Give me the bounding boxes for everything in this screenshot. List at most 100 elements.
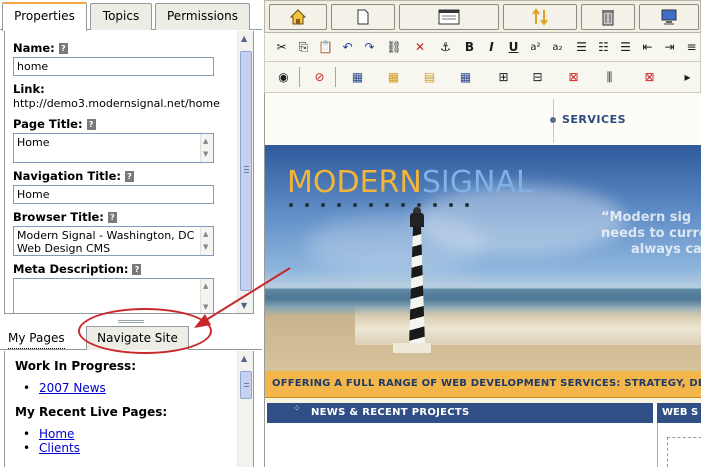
news-section-header: ⁘ NEWS & RECENT PROJECTS (267, 403, 653, 423)
scroll-up-icon[interactable]: ▲ (241, 354, 247, 363)
site-header: SERVICES (265, 93, 701, 145)
move-page-button[interactable] (503, 4, 577, 30)
meta-description-label: Meta Description: (13, 262, 129, 276)
page-link[interactable]: 2007 News (39, 381, 106, 395)
help-icon[interactable]: ? (124, 170, 134, 182)
table-toolbar: ◉ ⊘ ▦ ▦ ▤ ▦ ⊞ ⊟ ⊠ ⫼ ⊠ ▸ (264, 62, 701, 93)
scrollbar-thumb[interactable] (240, 51, 252, 291)
help-icon[interactable]: ? (86, 118, 96, 130)
more-icon[interactable]: ▸ (679, 69, 696, 86)
page-link[interactable]: Clients (39, 441, 80, 455)
tab-properties[interactable]: Properties (2, 2, 87, 31)
scroll-down-icon[interactable]: ▼ (203, 241, 208, 254)
italic-icon[interactable]: I (483, 39, 500, 56)
name-label-row: Name: ? (13, 41, 235, 55)
delete-page-button[interactable] (581, 4, 635, 30)
no-format-icon[interactable]: ⊘ (311, 69, 328, 86)
new-page-button[interactable] (331, 4, 395, 30)
insert-column-icon[interactable]: ⫼ (601, 69, 618, 86)
list-item: Home (23, 427, 225, 441)
browser-title-field[interactable]: Modern Signal - Washington, DC Web Desig… (13, 226, 214, 256)
services-banner: OFFERING A FULL RANGE OF WEB DEVELOPMENT… (265, 371, 701, 398)
home-icon (289, 9, 307, 25)
site-logo[interactable]: MODERNSIGNAL (287, 165, 533, 200)
quote-line: “Modern sig (601, 210, 692, 225)
properties-scrollbar[interactable]: ▲ ▼ (237, 31, 253, 313)
table-properties-icon[interactable]: ▦ (385, 69, 402, 86)
underline-icon[interactable]: U (505, 39, 522, 56)
browser-title-scrollbar[interactable]: ▲ ▼ (200, 227, 213, 255)
meta-description-field[interactable]: ▲ ▼ (13, 278, 214, 313)
scroll-down-icon[interactable]: ▼ (203, 148, 208, 161)
help-icon[interactable]: ? (132, 263, 142, 275)
copy-icon[interactable]: ⎘ (295, 39, 312, 56)
web-section-header: WEB S (657, 403, 701, 423)
preview-button[interactable] (639, 4, 699, 30)
anchor-icon[interactable]: ⚓ (437, 39, 454, 56)
merge-cells-icon[interactable]: ⊞ (495, 69, 512, 86)
tab-topics[interactable]: Topics (90, 3, 152, 30)
home-button[interactable] (269, 4, 327, 30)
page-title-field[interactable]: Home ▲ ▼ (13, 133, 214, 163)
hero-image: MODERNSIGNAL “Modern sig needs to curre … (265, 145, 701, 371)
list-item: Clients (23, 441, 225, 455)
monitor-icon (661, 9, 677, 25)
help-icon[interactable]: ? (107, 211, 117, 223)
scroll-up-icon[interactable]: ▲ (203, 228, 208, 241)
keeper-house-image (393, 343, 431, 353)
page-title-value: Home (17, 136, 50, 149)
delete-cells-icon[interactable]: ⊠ (565, 69, 582, 86)
web-heading: WEB S (662, 407, 699, 418)
outdent-icon[interactable]: ⇤ (639, 39, 656, 56)
hero-quote: “Modern sig needs to curre always ca (601, 210, 701, 258)
trash-icon (602, 10, 614, 26)
view-source-icon[interactable]: ◉ (275, 69, 292, 86)
logo-text-modern: MODERN (287, 165, 422, 200)
bold-icon[interactable]: B (461, 39, 478, 56)
page-toolbar (264, 0, 701, 33)
name-field[interactable]: home (13, 57, 214, 76)
insert-table-icon[interactable]: ▦ (349, 69, 366, 86)
unordered-list-icon[interactable]: ☰ (617, 39, 634, 56)
redo-icon[interactable]: ↷ (361, 39, 378, 56)
banner-text: OFFERING A FULL RANGE OF WEB DEVELOPMENT… (272, 378, 701, 389)
superscript-icon[interactable]: a² (527, 39, 544, 56)
nav-services-link[interactable]: SERVICES (562, 113, 626, 126)
page-properties-icon (438, 9, 460, 25)
unlink-icon[interactable]: ✕ (409, 39, 431, 56)
navigation-title-field[interactable]: Home (13, 185, 214, 204)
scrollbar-thumb[interactable] (240, 371, 252, 399)
undo-icon[interactable]: ↶ (339, 39, 356, 56)
scroll-down-icon[interactable]: ▼ (241, 301, 247, 310)
cell-properties-icon[interactable]: ▦ (457, 69, 474, 86)
scroll-up-icon[interactable]: ▲ (203, 135, 208, 148)
name-label: Name: (13, 41, 55, 55)
ordered-list-icon[interactable]: ☷ (595, 39, 612, 56)
site-preview: SERVICES MODERNSIGNAL “Modern sig needs … (264, 93, 701, 467)
annotation-ellipse (78, 308, 212, 354)
split-cells-icon[interactable]: ⊟ (529, 69, 546, 86)
tab-my-pages[interactable]: My Pages (8, 328, 65, 349)
scroll-up-icon[interactable]: ▲ (241, 34, 247, 43)
page-title-scrollbar[interactable]: ▲ ▼ (200, 134, 213, 162)
indent-icon[interactable]: ⇥ (661, 39, 678, 56)
my-pages-scrollbar[interactable]: ▲ (237, 351, 253, 467)
justify-icon[interactable]: ≡ (683, 39, 700, 56)
delete-column-icon[interactable]: ⊠ (641, 69, 658, 86)
link-icon[interactable]: ⛓ (383, 39, 405, 56)
horizontal-rule-icon[interactable]: ☰ (573, 39, 590, 56)
lighthouse-image (403, 205, 433, 345)
cut-icon[interactable]: ✂ (273, 39, 290, 56)
page-properties-button[interactable] (399, 4, 499, 30)
scroll-down-icon[interactable]: ▼ (203, 301, 208, 313)
browser-title-label: Browser Title: (13, 210, 104, 224)
scroll-up-icon[interactable]: ▲ (203, 280, 208, 293)
quote-line: always ca (631, 242, 701, 257)
tab-permissions[interactable]: Permissions (155, 3, 250, 30)
help-icon[interactable]: ? (58, 42, 68, 54)
insert-row-icon[interactable]: ▤ (421, 69, 438, 86)
subscript-icon[interactable]: a₂ (549, 39, 566, 56)
meta-description-scrollbar[interactable]: ▲ ▼ (200, 279, 213, 313)
page-link[interactable]: Home (39, 427, 74, 441)
paste-icon[interactable]: 📋 (317, 39, 334, 56)
